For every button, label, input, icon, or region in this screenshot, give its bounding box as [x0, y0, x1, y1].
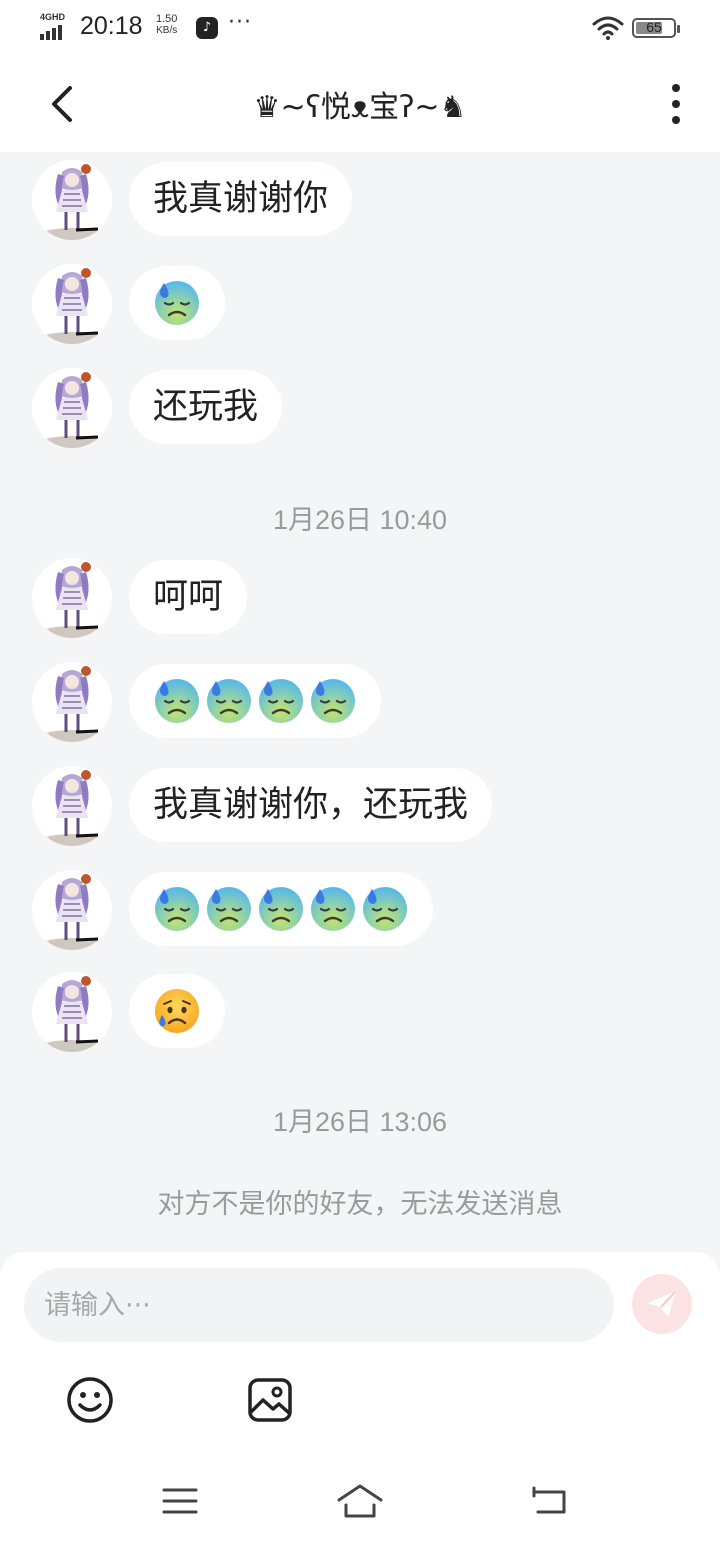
- sad-sweat-face-icon: [153, 987, 201, 1035]
- message-bubble[interactable]: 还玩我: [129, 370, 283, 444]
- message-composer: [0, 1252, 720, 1544]
- home-icon[interactable]: [336, 1482, 384, 1520]
- message-bubble[interactable]: [129, 266, 225, 340]
- chat-header: ♛~ʕ悦ᴥ宝ʔ~♞: [0, 56, 720, 152]
- chevron-left-icon: [52, 86, 72, 122]
- downcast-sweat-face-icon: [309, 885, 357, 933]
- contact-avatar[interactable]: [32, 368, 112, 448]
- contact-avatar[interactable]: [32, 160, 112, 240]
- message-bubble[interactable]: [129, 872, 433, 946]
- message-bubble[interactable]: 我真谢谢你，还玩我: [129, 768, 493, 842]
- message-text: 呵呵: [153, 576, 224, 617]
- message-text: 我真谢谢你: [153, 178, 329, 219]
- contact-avatar[interactable]: [32, 558, 112, 638]
- system-notice: 对方不是你的好友，无法发送消息: [157, 1189, 563, 1220]
- send-button[interactable]: [632, 1274, 692, 1334]
- downcast-sweat-face-icon: [361, 885, 409, 933]
- smiley-icon[interactable]: [66, 1376, 114, 1424]
- message-bubble[interactable]: 呵呵: [129, 560, 248, 634]
- time-divider: 1月26日 10:40: [272, 505, 448, 535]
- network-type: 4GHD: [40, 12, 66, 22]
- tiktok-icon: ♪: [196, 17, 218, 39]
- downcast-sweat-face-icon: [153, 677, 201, 725]
- image-icon[interactable]: [246, 1376, 294, 1424]
- time-divider: 1月26日 13:06: [272, 1107, 448, 1137]
- menu-icon[interactable]: [162, 1486, 198, 1516]
- downcast-sweat-face-icon: [153, 885, 201, 933]
- contact-avatar[interactable]: [32, 766, 112, 846]
- wifi-icon: [592, 16, 624, 40]
- contact-avatar[interactable]: [32, 264, 112, 344]
- contact-avatar[interactable]: [32, 870, 112, 950]
- more-vertical-icon[interactable]: [656, 82, 696, 126]
- contact-avatar[interactable]: [32, 972, 112, 1052]
- network-speed: 1.50 KB/s: [156, 13, 178, 37]
- downcast-sweat-face-icon: [309, 677, 357, 725]
- downcast-sweat-face-icon: [205, 885, 253, 933]
- message-input[interactable]: [24, 1268, 614, 1342]
- send-icon: [648, 1291, 676, 1317]
- message-list[interactable]: 我真谢谢你 还玩我 1月26日 10:40 呵呵 我真谢谢你，还玩我 1月26日…: [0, 152, 720, 1252]
- battery-level: 65: [646, 19, 662, 35]
- message-bubble[interactable]: 我真谢谢你: [129, 162, 353, 236]
- status-bar: 4GHD 20:18 1.50 KB/s ♪ ··· 65: [0, 0, 720, 56]
- downcast-sweat-face-icon: [257, 677, 305, 725]
- downcast-sweat-face-icon: [257, 885, 305, 933]
- status-time: 20:18: [80, 12, 143, 40]
- downcast-sweat-face-icon: [205, 677, 253, 725]
- network-speed-value: 1.50: [156, 13, 178, 25]
- status-more: ···: [228, 10, 252, 35]
- contact-avatar[interactable]: [32, 662, 112, 742]
- back-button[interactable]: [40, 82, 84, 126]
- message-text: 我真谢谢你，还玩我: [153, 784, 469, 825]
- back-icon[interactable]: [530, 1486, 568, 1516]
- signal-icon: 4GHD: [40, 12, 72, 40]
- message-text: 还玩我: [153, 386, 259, 427]
- message-bubble[interactable]: [129, 664, 381, 738]
- message-bubble[interactable]: [129, 974, 225, 1048]
- downcast-sweat-face-icon: [153, 279, 201, 327]
- network-speed-unit: KB/s: [156, 25, 178, 36]
- battery-icon: 65: [632, 18, 680, 38]
- chat-title: ♛~ʕ悦ᴥ宝ʔ~♞: [253, 90, 467, 125]
